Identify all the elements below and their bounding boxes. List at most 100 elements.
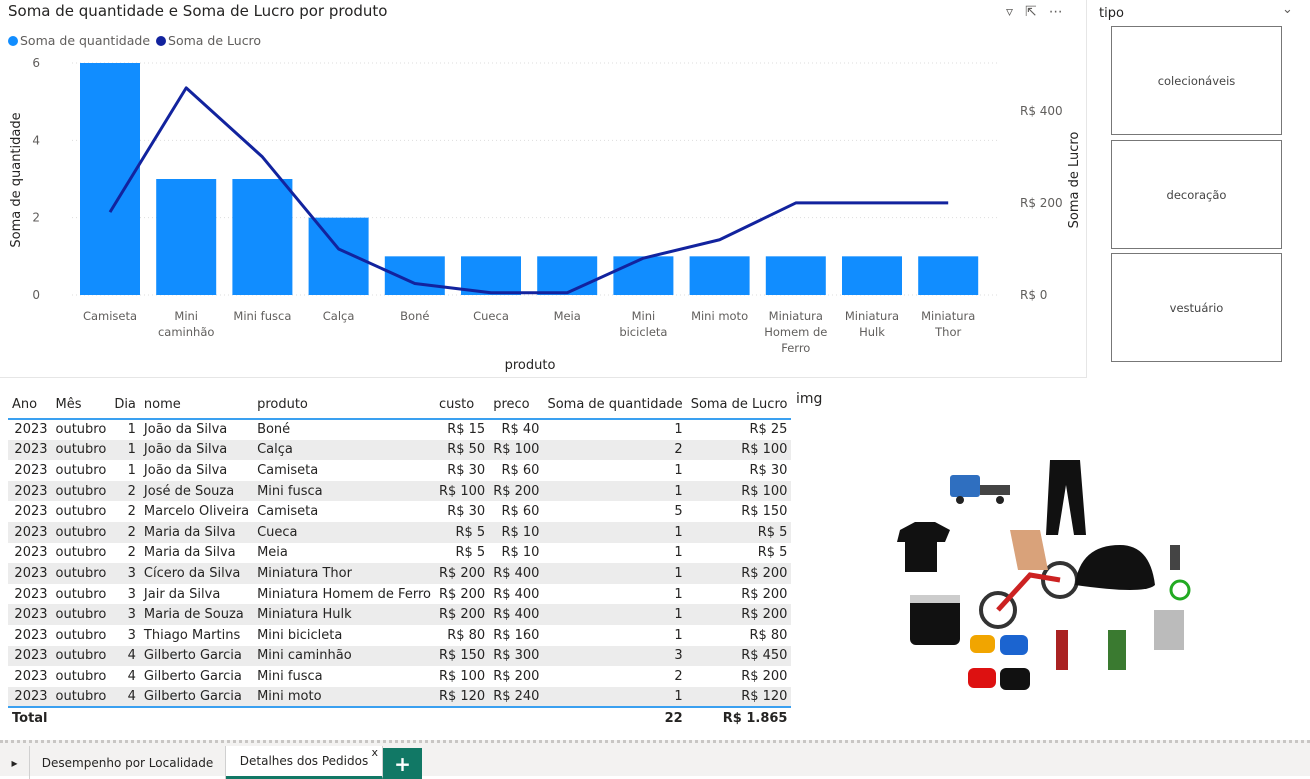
- table-cell: R$ 30: [687, 460, 792, 481]
- table-cell: 2023: [8, 543, 52, 564]
- table-cell: outubro: [52, 419, 111, 440]
- column-header[interactable]: Soma de Lucro: [687, 393, 792, 419]
- table-cell: 2023: [8, 604, 52, 625]
- table-cell: 2023: [8, 625, 52, 646]
- close-tab-icon[interactable]: x: [371, 746, 378, 759]
- table-cell: 2023: [8, 481, 52, 502]
- table-cell: R$ 10: [489, 543, 543, 564]
- table-cell: R$ 300: [489, 646, 543, 667]
- table-cell: R$ 400: [489, 604, 543, 625]
- table-cell: 1: [543, 522, 686, 543]
- table-cell: 1: [110, 460, 140, 481]
- y2-tick-label: R$ 0: [1020, 288, 1047, 302]
- column-header[interactable]: preco: [489, 393, 543, 419]
- table-cell: Mini caminhão: [253, 646, 435, 667]
- table-row: 2023outubro3Maria de SouzaMiniatura Hulk…: [8, 604, 791, 625]
- table-row: 2023outubro3Jair da SilvaMiniatura Homem…: [8, 584, 791, 605]
- table-cell: R$ 450: [687, 646, 792, 667]
- y-tick-label: 0: [32, 288, 40, 302]
- x-tick-label: Meia: [554, 309, 581, 323]
- table-cell: Camiseta: [253, 460, 435, 481]
- column-header[interactable]: Ano: [8, 393, 52, 419]
- x-tick-label: Cueca: [473, 309, 509, 323]
- bar-mini-fusca: [232, 179, 292, 295]
- bar-calça: [309, 218, 369, 295]
- table-row: 2023outubro4Gilberto GarciaMini motoR$ 1…: [8, 687, 791, 708]
- table-row: 2023outubro1João da SilvaBonéR$ 15R$ 401…: [8, 419, 791, 440]
- tab-desempenho-por-localidade[interactable]: Desempenho por Localidade: [30, 746, 226, 779]
- chevron-down-icon[interactable]: ⌄: [1282, 2, 1293, 17]
- table-row: 2023outubro3Cícero da SilvaMiniatura Tho…: [8, 563, 791, 584]
- tab-detalhes-dos-pedidos[interactable]: Detalhes dos Pedidosx: [226, 746, 383, 779]
- combo-chart-visual[interactable]: Soma de quantidade e Soma de Lucro por p…: [0, 0, 1087, 378]
- table-cell: R$ 50: [435, 440, 489, 461]
- table-cell: R$ 40: [489, 419, 543, 440]
- image-visual-title: img: [796, 391, 822, 407]
- tab-scroll-left-icon[interactable]: ▸: [0, 746, 30, 779]
- bar-boné: [385, 256, 445, 295]
- table-cell: outubro: [52, 543, 111, 564]
- column-header[interactable]: Mês: [52, 393, 111, 419]
- table-cell: R$ 15: [435, 419, 489, 440]
- column-header[interactable]: custo: [435, 393, 489, 419]
- table-cell: R$ 160: [489, 625, 543, 646]
- table-cell: R$ 200: [489, 666, 543, 687]
- column-header[interactable]: produto: [253, 393, 435, 419]
- table-cell: outubro: [52, 646, 111, 667]
- table-row: 2023outubro1João da SilvaCamisetaR$ 30R$…: [8, 460, 791, 481]
- table-cell: R$ 120: [687, 687, 792, 708]
- total-label: Total: [8, 707, 52, 728]
- table-cell: Camiseta: [253, 501, 435, 522]
- table-cell: R$ 30: [435, 501, 489, 522]
- bar-miniatura-thor: [918, 256, 978, 295]
- table-cell: R$ 400: [489, 563, 543, 584]
- table-cell: Miniatura Homem de Ferro: [253, 584, 435, 605]
- table-cell: 1: [543, 584, 686, 605]
- table-cell: 2023: [8, 666, 52, 687]
- table-cell: 4: [110, 666, 140, 687]
- table-cell: 2: [110, 481, 140, 502]
- table-cell: 3: [110, 625, 140, 646]
- column-header[interactable]: Dia: [110, 393, 140, 419]
- table-cell: 2023: [8, 522, 52, 543]
- table-row: 2023outubro2Maria da SilvaMeiaR$ 5R$ 101…: [8, 543, 791, 564]
- x-axis-title: produto: [505, 358, 556, 373]
- table-cell: 1: [110, 419, 140, 440]
- slicer-tile-decoracao[interactable]: decoração: [1111, 140, 1282, 249]
- column-header[interactable]: Soma de quantidade: [543, 393, 686, 419]
- table-cell: 1: [543, 625, 686, 646]
- table-cell: José de Souza: [140, 481, 253, 502]
- x-tick-label: MiniaturaThor: [921, 309, 975, 339]
- table-cell: R$ 5: [435, 543, 489, 564]
- table-cell: outubro: [52, 584, 111, 605]
- table-cell: R$ 60: [489, 460, 543, 481]
- table-cell: Gilberto Garcia: [140, 666, 253, 687]
- add-page-button[interactable]: +: [383, 748, 422, 779]
- table-cell: R$ 30: [435, 460, 489, 481]
- table-cell: Miniatura Thor: [253, 563, 435, 584]
- column-header[interactable]: nome: [140, 393, 253, 419]
- x-tick-label: Calça: [323, 309, 355, 323]
- table-cell: R$ 200: [489, 481, 543, 502]
- table-cell: 2023: [8, 460, 52, 481]
- table-cell: João da Silva: [140, 419, 253, 440]
- table-cell: R$ 150: [687, 501, 792, 522]
- page-tabs: ▸ Desempenho por Localidade Detalhes dos…: [0, 740, 1310, 776]
- table-cell: R$ 200: [687, 604, 792, 625]
- x-tick-label: Mini moto: [691, 309, 748, 323]
- table-cell: Maria de Souza: [140, 604, 253, 625]
- table-cell: 4: [110, 687, 140, 708]
- slicer-tile-colecionaveis[interactable]: colecionáveis: [1111, 26, 1282, 135]
- bar-miniatura-hulk: [842, 256, 902, 295]
- slicer-tile-vestuario[interactable]: vestuário: [1111, 253, 1282, 362]
- table-cell: outubro: [52, 687, 111, 708]
- table-cell: 1: [543, 543, 686, 564]
- table-cell: 2023: [8, 687, 52, 708]
- table-cell: R$ 200: [435, 604, 489, 625]
- table-cell: R$ 200: [687, 563, 792, 584]
- table-cell: Mini fusca: [253, 666, 435, 687]
- table-cell: Miniatura Hulk: [253, 604, 435, 625]
- table-cell: R$ 120: [435, 687, 489, 708]
- table-cell: Thiago Martins: [140, 625, 253, 646]
- table-cell: outubro: [52, 440, 111, 461]
